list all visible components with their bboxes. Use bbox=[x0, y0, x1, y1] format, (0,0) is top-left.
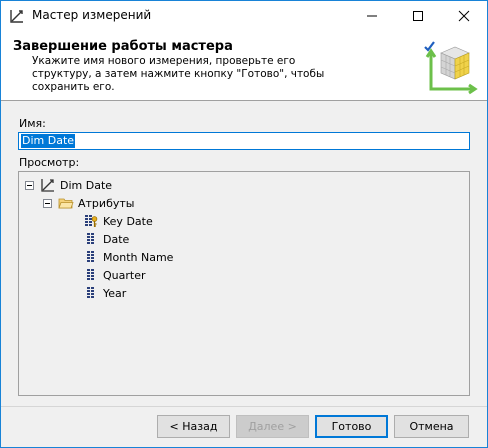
back-button[interactable]: < Назад bbox=[157, 415, 230, 438]
window-title: Мастер измерений bbox=[32, 8, 152, 22]
page-description: Укажите имя нового измерения, проверьте … bbox=[32, 55, 325, 93]
collapse-icon[interactable] bbox=[43, 198, 52, 208]
attribute-icon bbox=[83, 231, 99, 247]
attribute-icon bbox=[83, 249, 99, 265]
maximize-button[interactable] bbox=[395, 1, 441, 31]
button-separator bbox=[1, 406, 487, 407]
dimension-icon bbox=[40, 177, 56, 193]
cancel-button[interactable]: Отмена bbox=[394, 415, 469, 438]
attribute-label: Quarter bbox=[103, 268, 146, 282]
tree-node-attribute[interactable]: Quarter bbox=[83, 267, 146, 283]
page-title: Завершение работы мастера bbox=[13, 39, 233, 54]
wizard-header: Завершение работы мастера Укажите имя но… bbox=[1, 31, 487, 101]
minimize-button[interactable] bbox=[349, 1, 395, 31]
attribute-label: Year bbox=[103, 286, 127, 300]
collapse-icon[interactable] bbox=[25, 180, 34, 190]
wizard-window: Мастер измерений Завершение работы масте… bbox=[0, 0, 488, 448]
tree-node-root[interactable]: Dim Date bbox=[25, 177, 112, 193]
preview-label: Просмотр: bbox=[19, 156, 80, 169]
dimension-wizard-icon bbox=[9, 8, 25, 24]
tree-root-label: Dim Date bbox=[60, 178, 113, 192]
tree-node-attribute[interactable]: Date bbox=[83, 231, 129, 247]
finish-button[interactable]: Готово bbox=[315, 415, 388, 438]
attribute-label: Key Date bbox=[103, 214, 153, 228]
title-bar[interactable]: Мастер измерений bbox=[1, 1, 487, 31]
tree-node-attribute[interactable]: Year bbox=[83, 285, 126, 301]
tree-node-attributes[interactable]: Атрибуты bbox=[43, 195, 134, 211]
next-button[interactable]: Далее > bbox=[236, 415, 309, 438]
tree-node-attribute[interactable]: Month Name bbox=[83, 249, 173, 265]
attribute-icon bbox=[83, 285, 99, 301]
attribute-label: Date bbox=[103, 232, 130, 246]
dimension-name-input[interactable]: Dim Date bbox=[18, 132, 470, 150]
cube-wizard-icon bbox=[421, 39, 479, 97]
key-attribute-icon bbox=[83, 213, 99, 229]
name-label: Имя: bbox=[19, 117, 46, 130]
tree-node-attribute[interactable]: Key Date bbox=[83, 213, 153, 229]
preview-tree[interactable]: Dim Date Атрибуты Key Date Date Month Na… bbox=[18, 171, 470, 396]
folder-open-icon bbox=[58, 195, 74, 211]
attribute-label: Month Name bbox=[103, 250, 174, 264]
attribute-icon bbox=[83, 267, 99, 283]
close-button[interactable] bbox=[441, 1, 487, 31]
tree-attributes-label: Атрибуты bbox=[78, 196, 135, 210]
dimension-name-value: Dim Date bbox=[21, 134, 76, 148]
